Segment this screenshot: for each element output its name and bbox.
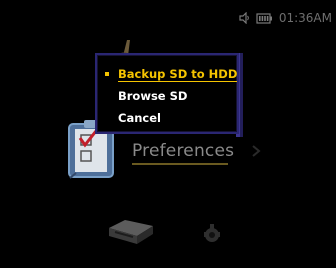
battery-icon — [256, 12, 273, 24]
selection-bullet-icon — [105, 72, 109, 76]
right-arrow-icon — [248, 143, 264, 159]
clock: 01:36AM — [278, 11, 332, 25]
menu-item-browse-sd[interactable]: Browse SD — [97, 85, 237, 107]
menu-item-backup-sd-to-hdd[interactable]: Backup SD to HDD — [97, 63, 238, 85]
hard-drive-icon — [103, 212, 157, 248]
menu-item-cancel[interactable]: Cancel — [97, 107, 237, 129]
device-screen: 01:36AM Preferences Backup SD to HDD Bro… — [0, 0, 336, 268]
status-bar: 01:36AM — [239, 9, 332, 27]
speaker-icon — [239, 12, 250, 24]
sd-options-popup: Backup SD to HDD Browse SD Cancel — [95, 53, 239, 134]
settings-gear-icon — [200, 222, 224, 246]
preferences-underline — [132, 163, 228, 165]
popup-menu: Backup SD to HDD Browse SD Cancel — [97, 63, 238, 129]
preferences-label[interactable]: Preferences — [132, 141, 234, 161]
